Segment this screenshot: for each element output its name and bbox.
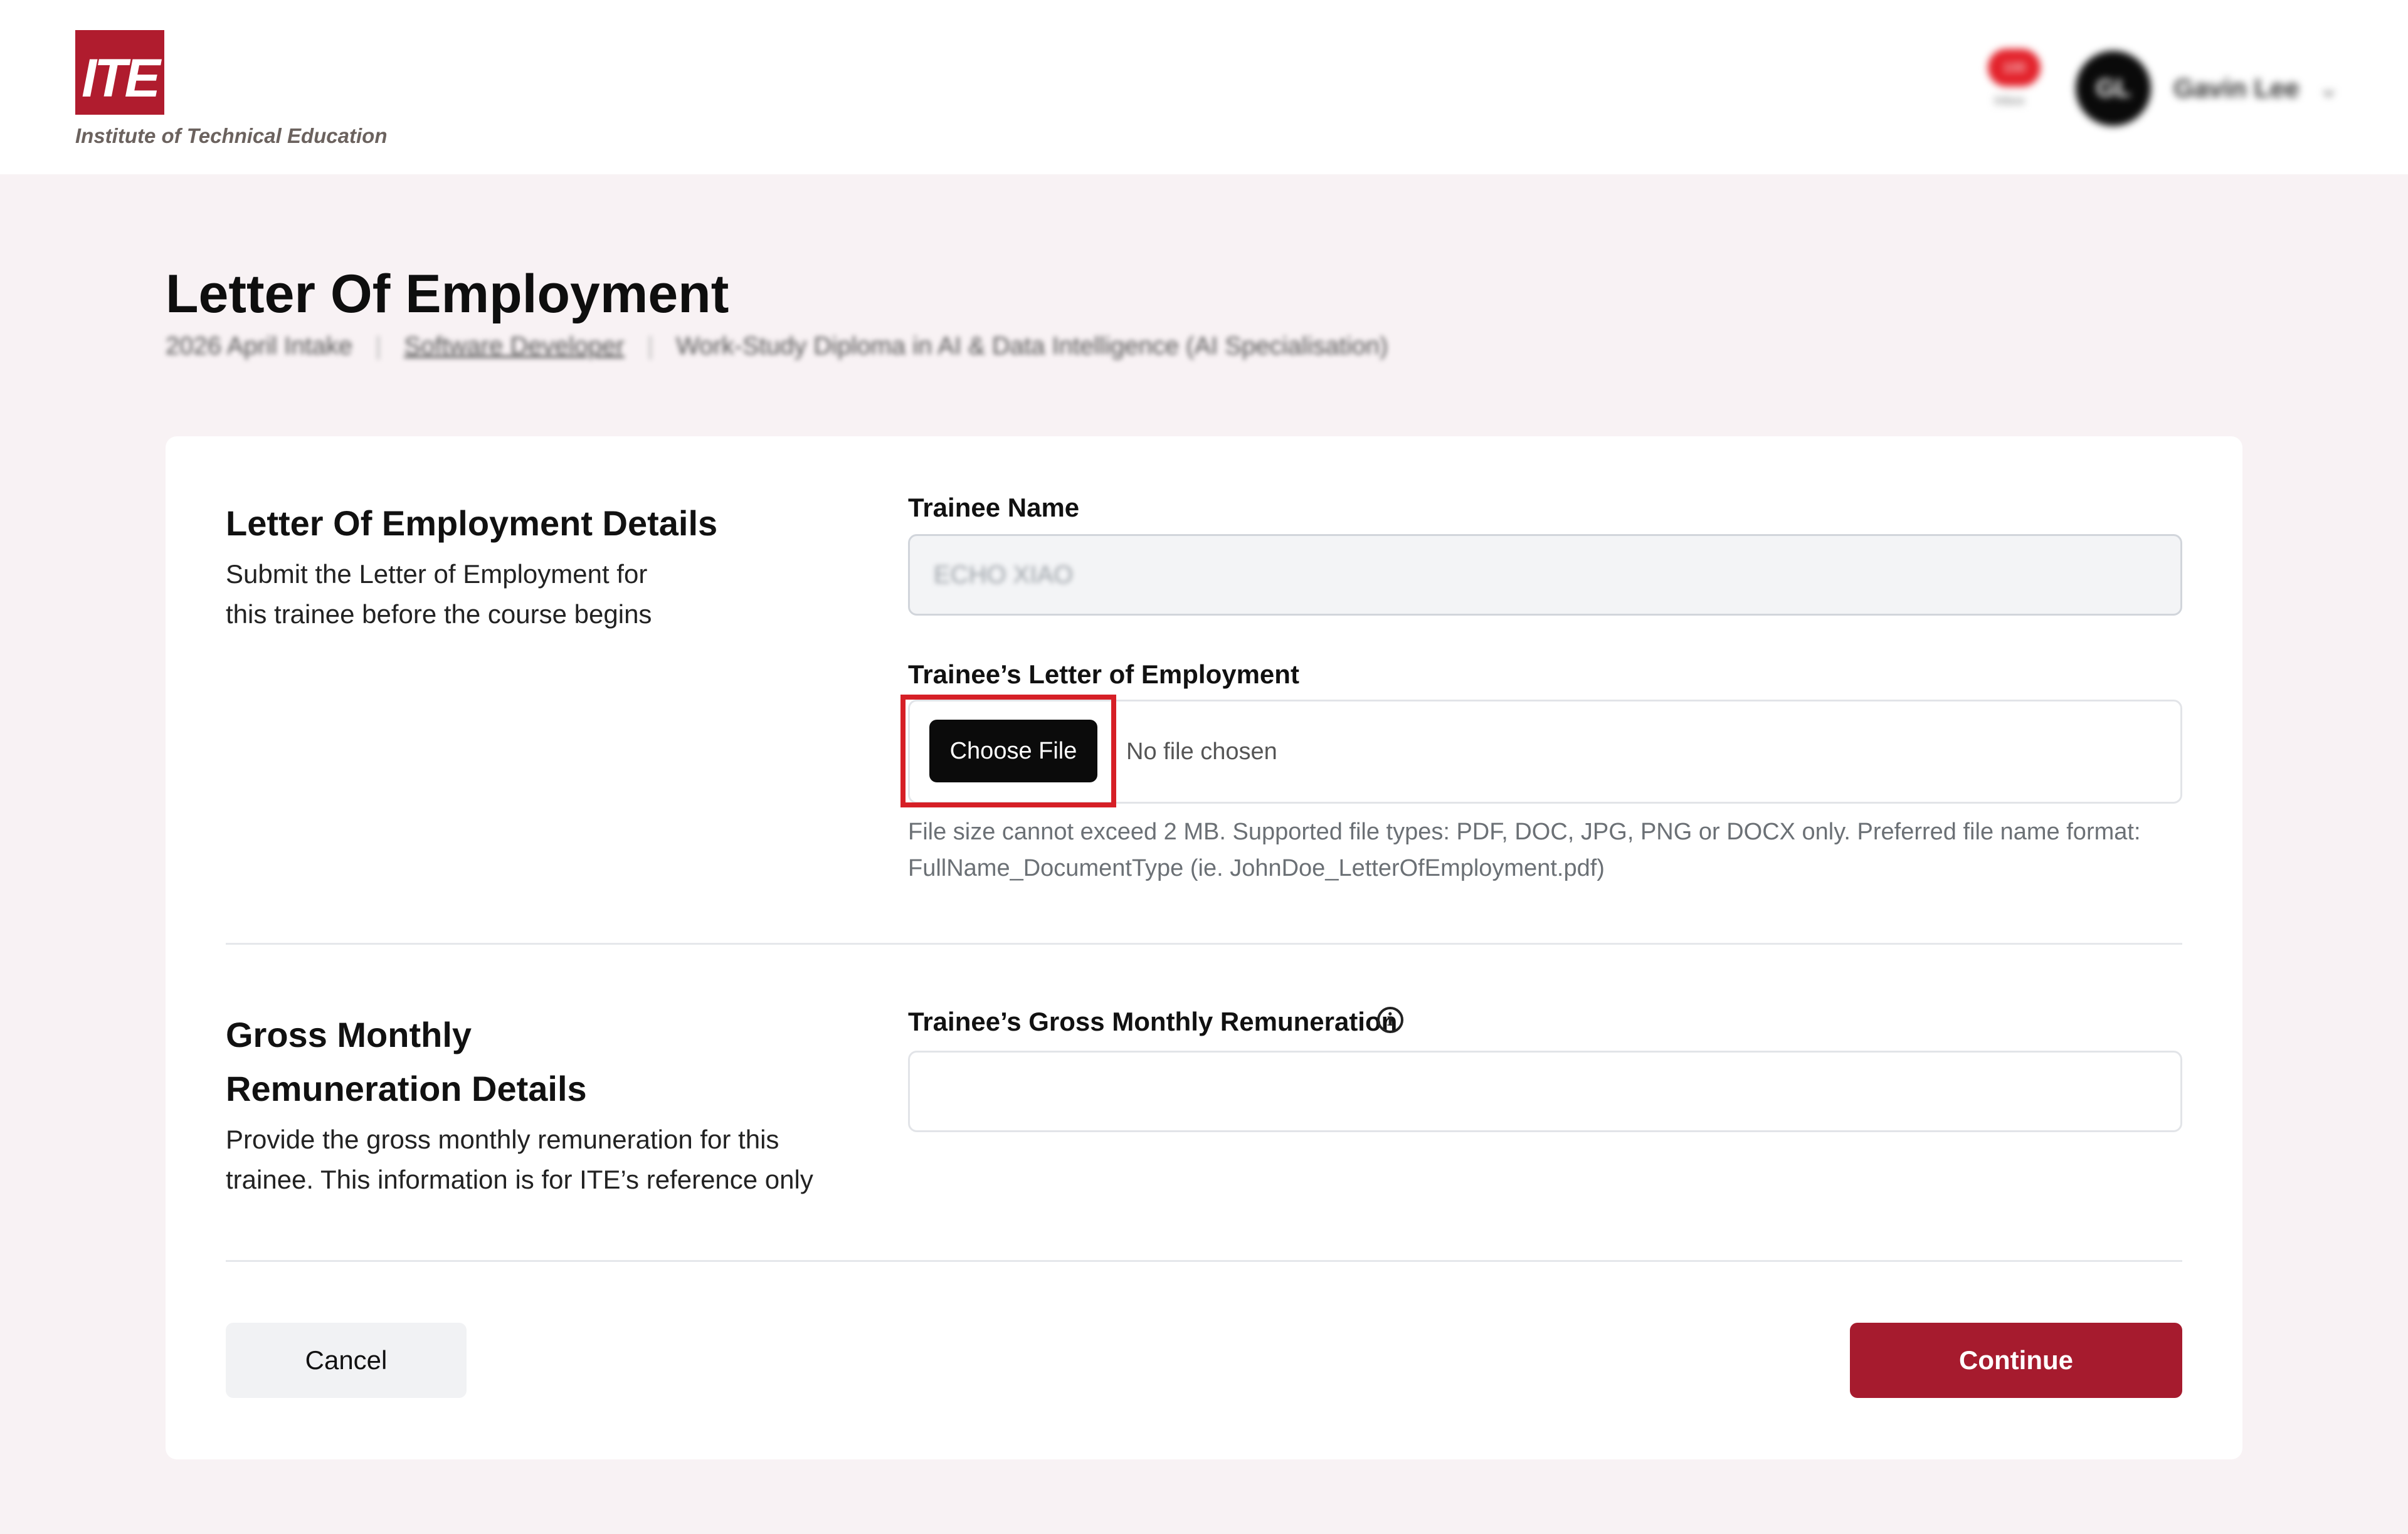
breadcrumb-separator: | <box>647 332 654 360</box>
organization-name: Institute of Technical Education <box>75 124 388 147</box>
form-card: Letter Of Employment Details Submit the … <box>166 436 2242 1459</box>
section-divider <box>226 943 2182 945</box>
breadcrumb-job-link[interactable]: Software Developer <box>404 332 624 360</box>
user-menu[interactable]: GL Gavin Lee ⌄ <box>2076 49 2339 128</box>
notification-badge: 100 <box>1988 49 2041 87</box>
breadcrumb-course: Work-Study Diploma in AI & Data Intellig… <box>676 332 1388 360</box>
trainee-name-field: ECHO XIAO <box>908 534 2182 616</box>
remuneration-description-line1: Provide the gross monthly remuneration f… <box>226 1125 779 1154</box>
page-title: Letter Of Employment <box>166 264 729 324</box>
no-file-chosen-text: No file chosen <box>1126 738 1277 765</box>
continue-button[interactable]: Continue <box>1850 1323 2182 1398</box>
loe-section-description-line2: this trainee before the course begins <box>226 599 652 629</box>
remuneration-section-title-line1: Gross Monthly <box>226 1015 472 1054</box>
breadcrumb-intake: 2026 April Intake <box>166 332 352 360</box>
file-help-text-line1: File size cannot exceed 2 MB. Supported … <box>908 819 2141 845</box>
trainee-name-value: ECHO XIAO <box>934 561 1074 589</box>
chevron-down-icon[interactable]: ⌄ <box>2318 74 2340 103</box>
file-help-text-line2: FullName_DocumentType (ie. JohnDoe_Lette… <box>908 855 1605 881</box>
notification-label: Inbox <box>1994 94 2025 108</box>
user-name: Gavin Lee <box>2173 73 2300 103</box>
top-navigation-bar: ITE Institute of Technical Education 100… <box>0 0 2408 174</box>
info-icon[interactable]: i <box>1377 1007 1403 1033</box>
letter-of-employment-label: Trainee’s Letter of Employment <box>908 659 1299 689</box>
loe-section-title: Letter Of Employment Details <box>226 503 718 543</box>
logo-text: ITE <box>82 48 161 108</box>
choose-file-button[interactable]: Choose File <box>929 720 1097 782</box>
remuneration-section-title-line2: Remuneration Details <box>226 1069 587 1108</box>
section-divider <box>226 1260 2182 1262</box>
remuneration-input[interactable] <box>908 1051 2182 1132</box>
notification-button[interactable]: 100 Inbox <box>1982 44 2044 113</box>
breadcrumb-separator: | <box>375 332 382 360</box>
breadcrumb: 2026 April Intake | Software Developer |… <box>166 332 1388 360</box>
trainee-name-label: Trainee Name <box>908 493 1080 522</box>
loe-section-description-line1: Submit the Letter of Employment for <box>226 559 648 589</box>
remuneration-description-line2: trainee. This information is for ITE’s r… <box>226 1165 813 1194</box>
cancel-button[interactable]: Cancel <box>226 1323 467 1398</box>
ite-logo[interactable]: ITE <box>75 30 164 115</box>
avatar: GL <box>2076 51 2151 126</box>
remuneration-label: Trainee’s Gross Monthly Remuneration <box>908 1007 1398 1036</box>
